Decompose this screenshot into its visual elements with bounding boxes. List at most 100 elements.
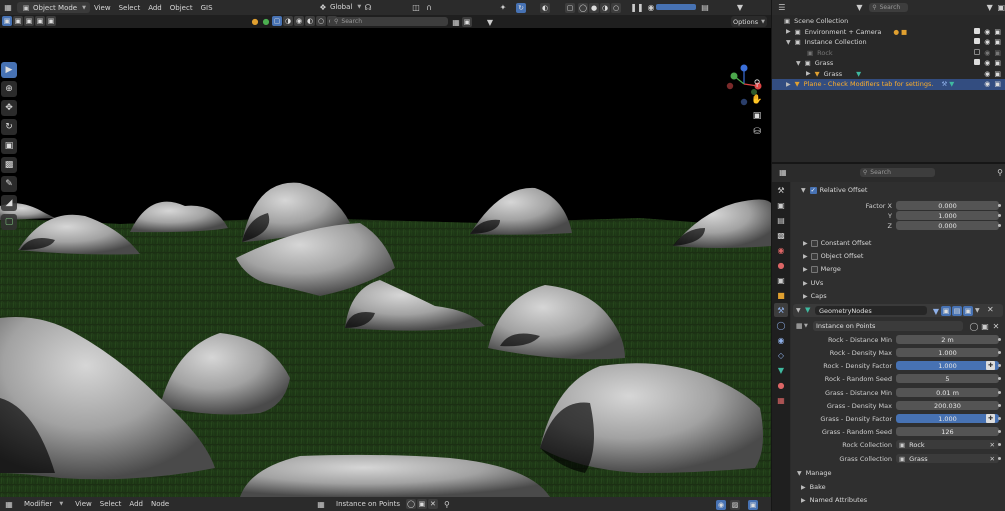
named-attributes-panel[interactable]: ▶ Named Attributes xyxy=(791,494,1005,506)
physics-tab-icon[interactable]: ◉ xyxy=(774,333,788,347)
menu-gis[interactable]: GIS xyxy=(197,4,217,12)
grass-distance-min-field[interactable]: 0.01 m xyxy=(896,387,999,398)
factor-z-field[interactable]: 0.000 xyxy=(896,220,999,231)
render-toggle-icon[interactable]: ▣ xyxy=(963,306,973,316)
select-box-tool-icon[interactable]: ▶ xyxy=(1,62,17,78)
funnel-icon[interactable]: ▼ xyxy=(485,17,495,27)
chevron-down-icon[interactable]: ▼ xyxy=(975,307,980,314)
view-layer-tab-icon[interactable]: ▩ xyxy=(774,228,788,242)
camera-view-icon[interactable]: ▣ xyxy=(750,109,764,123)
keyframe-dot-icon[interactable] xyxy=(998,204,1001,207)
mesh-filter-icon[interactable]: ▢ xyxy=(272,16,282,26)
transform-tool-icon[interactable]: ▩ xyxy=(1,157,17,173)
edit-mode-toggle-icon[interactable]: ▼ xyxy=(931,306,941,316)
fake-user-icon[interactable]: ◯ xyxy=(969,321,979,331)
chevron-down-icon[interactable]: ▼ xyxy=(786,39,791,46)
attribute-toggle-icon[interactable]: ✚ xyxy=(986,361,995,370)
rotate-tool-icon[interactable]: ↻ xyxy=(1,119,17,135)
bookmark-icon[interactable]: ▦ xyxy=(451,17,461,27)
outliner-row-scene-collection[interactable]: ▣ Scene Collection xyxy=(772,16,1005,27)
outliner-row-grass-collection[interactable]: ▼ ▣ Grass ◉ ▣ xyxy=(772,58,1005,69)
outliner-row-plane[interactable]: ▶ ▼ Plane - Check Modifiers tab for sett… xyxy=(772,79,1005,90)
attribute-toggle-icon[interactable]: ✚ xyxy=(986,414,995,423)
render-camera-icon[interactable]: ▣ xyxy=(994,70,1001,78)
rock-density-max-field[interactable]: 1.000 xyxy=(896,347,999,358)
output-tab-icon[interactable]: ▤ xyxy=(774,213,788,227)
menu-object[interactable]: Object xyxy=(166,4,197,12)
keyframe-dot-icon[interactable] xyxy=(998,391,1001,394)
empty-filter-icon[interactable]: ○ xyxy=(316,16,326,26)
constraints-tab-icon[interactable]: ◇ xyxy=(774,348,788,362)
menu-add[interactable]: Add xyxy=(125,500,147,508)
eye-icon[interactable]: ◉ xyxy=(984,49,990,57)
pin-icon[interactable]: ⚲ xyxy=(442,499,452,509)
annotate-tool-icon[interactable]: ✎ xyxy=(1,176,17,192)
select-set-icon[interactable]: ▣ xyxy=(2,16,12,26)
render-tab-icon[interactable]: ▣ xyxy=(774,198,788,212)
manage-panel[interactable]: ▼ Manage xyxy=(791,467,1005,479)
render-camera-icon[interactable]: ▣ xyxy=(994,38,1001,46)
eye-icon[interactable]: ◉ xyxy=(984,38,990,46)
keyframe-dot-icon[interactable] xyxy=(998,364,1001,367)
keyframe-dot-icon[interactable] xyxy=(998,404,1001,407)
select-extend-icon[interactable]: ▣ xyxy=(13,16,23,26)
node-group-selector[interactable]: ▦ Instance on Points ◯ ▣ ✕ ⚲ xyxy=(316,499,452,509)
close-icon[interactable]: ✕ xyxy=(990,441,995,449)
pivot-icon[interactable]: ☊ xyxy=(363,2,373,12)
exclude-checkbox[interactable] xyxy=(974,38,981,45)
menu-select[interactable]: Select xyxy=(115,4,145,12)
eye-icon[interactable]: ◉ xyxy=(984,59,990,67)
render-camera-icon[interactable]: ▣ xyxy=(994,59,1001,67)
object-offset-panel[interactable]: ▶ Object Offset xyxy=(791,250,1005,262)
outliner-row-instance-collection[interactable]: ▼ ▣ Instance Collection ◉ ▣ xyxy=(772,37,1005,48)
outliner-editor-icon[interactable]: ☰ xyxy=(778,3,786,13)
xray-icon[interactable]: ▢ xyxy=(565,3,575,13)
keyframe-dot-icon[interactable] xyxy=(998,338,1001,341)
constant-offset-checkbox[interactable] xyxy=(810,239,818,247)
keyframe-dot-icon[interactable] xyxy=(998,417,1001,420)
outliner-row-grass-object[interactable]: ▶ ▼ Grass ▼ ◉ ▣ xyxy=(772,69,1005,80)
close-icon[interactable]: ✕ xyxy=(990,455,995,463)
keyframe-dot-icon[interactable] xyxy=(998,351,1001,354)
object-offset-checkbox[interactable] xyxy=(810,252,818,260)
modifier-name-field[interactable]: GeometryNodes xyxy=(815,306,927,315)
menu-add[interactable]: Add xyxy=(144,4,166,12)
pause-icon[interactable]: ❚❚ xyxy=(630,2,643,12)
keyframe-dot-icon[interactable] xyxy=(998,214,1001,217)
relative-offset-checkbox[interactable]: ✓ xyxy=(809,186,817,194)
render-camera-icon[interactable]: ▣ xyxy=(994,49,1001,57)
filter-icon[interactable]: ▼ xyxy=(856,3,864,13)
exclude-checkbox[interactable] xyxy=(974,59,981,66)
add-cube-tool-icon[interactable]: ▢ xyxy=(1,214,17,230)
close-icon[interactable]: ✕ xyxy=(427,499,438,509)
gizmo-icon[interactable]: ✦ xyxy=(498,2,508,12)
node-editor-type-icon[interactable]: ▦ xyxy=(4,499,14,509)
menu-view[interactable]: View xyxy=(71,500,96,508)
chevron-right-icon[interactable]: ▶ xyxy=(786,28,791,35)
duplicate-icon[interactable]: ▣ xyxy=(980,321,990,331)
proportional-edit-icon[interactable]: ∩ xyxy=(424,2,434,12)
lock-icon[interactable]: ⛁ xyxy=(750,125,764,139)
keyframe-dot-icon[interactable] xyxy=(998,457,1001,460)
snap-icon[interactable]: ◫ xyxy=(411,2,421,12)
cursor-tool-icon[interactable]: ⊕ xyxy=(1,81,17,97)
viewport-toggle-icon[interactable]: ▤ xyxy=(952,306,962,316)
select-subtract-icon[interactable]: ▣ xyxy=(24,16,34,26)
exclude-checkbox[interactable] xyxy=(974,48,981,55)
menu-select[interactable]: Select xyxy=(96,500,126,508)
editor-type-icon[interactable]: ▦ xyxy=(3,3,13,13)
rock-density-factor-field[interactable]: 1.000 xyxy=(896,360,999,371)
rock-distance-min-field[interactable]: 2 m xyxy=(896,334,999,345)
relative-offset-panel[interactable]: ▼ ✓ Relative Offset xyxy=(791,184,1005,196)
data-tab-icon[interactable]: ▼ xyxy=(774,363,788,377)
factor-y-field[interactable]: 1.000 xyxy=(896,210,999,221)
outliner-row-environment[interactable]: ▶ ▣ Environment + Camera ● ■ ◉ ▣ xyxy=(772,27,1005,38)
camera-filter-icon[interactable]: ◐ xyxy=(305,16,315,26)
modifier-tab-icon[interactable]: ⚒ xyxy=(774,303,788,317)
chevron-down-icon[interactable]: ▼ xyxy=(796,60,801,67)
constant-offset-panel[interactable]: ▶ Constant Offset xyxy=(791,237,1005,249)
3d-viewport[interactable]: ▶ ⊕ ✥ ↻ ▣ ▩ ✎ ◢ ▢ ⚲ ✋ ▣ ⛁ xyxy=(0,28,771,497)
cage-toggle-icon[interactable]: ▣ xyxy=(941,306,951,316)
shading-solid-icon[interactable]: ● xyxy=(589,3,599,13)
show-gizmo-icon[interactable]: ↻ xyxy=(516,3,526,13)
